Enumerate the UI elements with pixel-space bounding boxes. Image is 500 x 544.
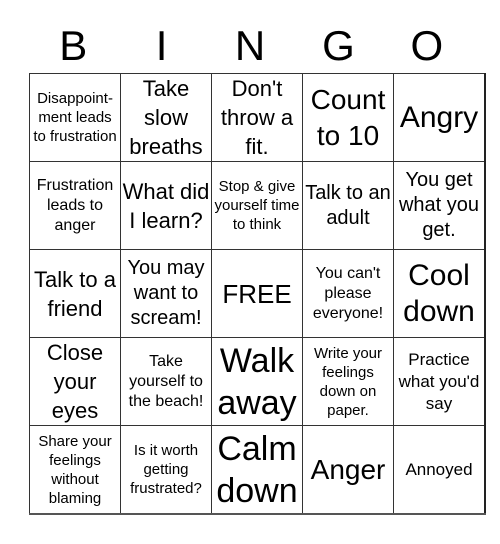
bingo-cell[interactable]: Cool down [393, 249, 486, 338]
bingo-cell[interactable]: Talk to an adult [302, 161, 394, 250]
bingo-cell-text: Walk away [217, 341, 297, 422]
bingo-cell[interactable]: Don't throw a fit. [211, 73, 303, 162]
bingo-cell-text: Frustration leads to anger [36, 176, 114, 234]
header-letter-g: G [322, 22, 355, 69]
bingo-cell[interactable]: Calm down [211, 425, 303, 515]
header-letter-o: O [410, 22, 444, 69]
bingo-cell-text: Talk to a friend [34, 266, 116, 321]
free-space-cell[interactable]: FREE [211, 249, 303, 338]
bingo-cell[interactable]: Annoyed [393, 425, 486, 515]
bingo-cell-text: You can't please everyone! [312, 264, 384, 322]
bingo-cell-text: You get what you get. [398, 169, 480, 241]
bingo-cell-text: Talk to an adult [305, 181, 391, 229]
bingo-cell-text: Angry [399, 100, 479, 134]
bingo-cell-text: Cool down [403, 258, 475, 328]
bingo-cell-text: Stop & give yourself time to think [214, 178, 300, 233]
bingo-cell-text: FREE [222, 278, 292, 309]
bingo-cell[interactable]: Talk to a friend [29, 249, 121, 338]
bingo-row: Close your eyes Take yourself to the beac… [29, 337, 486, 426]
bingo-row: Share your feelings without blaming Is it… [29, 425, 486, 515]
bingo-cell[interactable]: Disappoint-ment leads to frustration [29, 73, 121, 162]
bingo-cell-text: Share your feelings without blaming [38, 432, 112, 507]
bingo-cell-text: Close your eyes [46, 340, 104, 423]
bingo-cell-text: Anger [310, 453, 386, 485]
bingo-cell[interactable]: You get what you get. [393, 161, 486, 250]
bingo-cell[interactable]: Write your feelings down on paper. [302, 337, 394, 426]
bingo-cell[interactable]: You may want to scream! [120, 249, 212, 338]
bingo-cell-text: Disappoint-ment leads to frustration [33, 90, 117, 145]
bingo-cell[interactable]: Angry [393, 73, 486, 162]
bingo-cell[interactable]: Stop & give yourself time to think [211, 161, 303, 250]
bingo-cell-text: Take yourself to the beach! [128, 352, 204, 410]
header-letter-n: N [234, 22, 266, 69]
bingo-cell[interactable]: Walk away [211, 337, 303, 426]
bingo-cell-text: What did I learn? [122, 178, 210, 233]
bingo-cell[interactable]: Frustration leads to anger [29, 161, 121, 250]
bingo-cell[interactable]: Practice what you'd say [393, 337, 486, 426]
bingo-card: Disappoint-ment leads to frustration Take… [29, 73, 486, 515]
bingo-cell-text: Annoyed [405, 459, 473, 479]
bingo-cell-text: Don't throw a fit. [220, 76, 294, 159]
bingo-cell[interactable]: Is it worth getting frustrated? [120, 425, 212, 515]
bingo-row: Disappoint-ment leads to frustration Take… [29, 73, 486, 162]
bingo-row: Talk to a friend You may want to scream! F… [29, 249, 486, 338]
header-letter-i: I [155, 22, 168, 69]
header-letter-b: B [59, 22, 88, 69]
bingo-cell-text: Calm down [216, 429, 298, 510]
bingo-cell[interactable]: Take slow breaths [120, 73, 212, 162]
bingo-cell[interactable]: You can't please everyone! [302, 249, 394, 338]
bingo-cell-text: Write your feelings down on paper. [313, 344, 383, 419]
bingo-cell-text: Practice what you'd say [398, 349, 480, 413]
bingo-cell-text: Take slow breaths [129, 76, 203, 159]
bingo-cell-text: You may want to scream! [127, 257, 205, 329]
bingo-cell[interactable]: Close your eyes [29, 337, 121, 426]
bingo-cell-text: Count to 10 [310, 83, 386, 151]
bingo-row: Frustration leads to anger What did I lea… [29, 161, 486, 250]
bingo-cell[interactable]: What did I learn? [120, 161, 212, 250]
bingo-cell[interactable]: Share your feelings without blaming [29, 425, 121, 515]
bingo-cell[interactable]: Count to 10 [302, 73, 394, 162]
bingo-cell[interactable]: Anger [302, 425, 394, 515]
bingo-cell-text: Is it worth getting frustrated? [130, 442, 202, 497]
bingo-header: B I N G O [29, 22, 471, 70]
bingo-cell[interactable]: Take yourself to the beach! [120, 337, 212, 426]
